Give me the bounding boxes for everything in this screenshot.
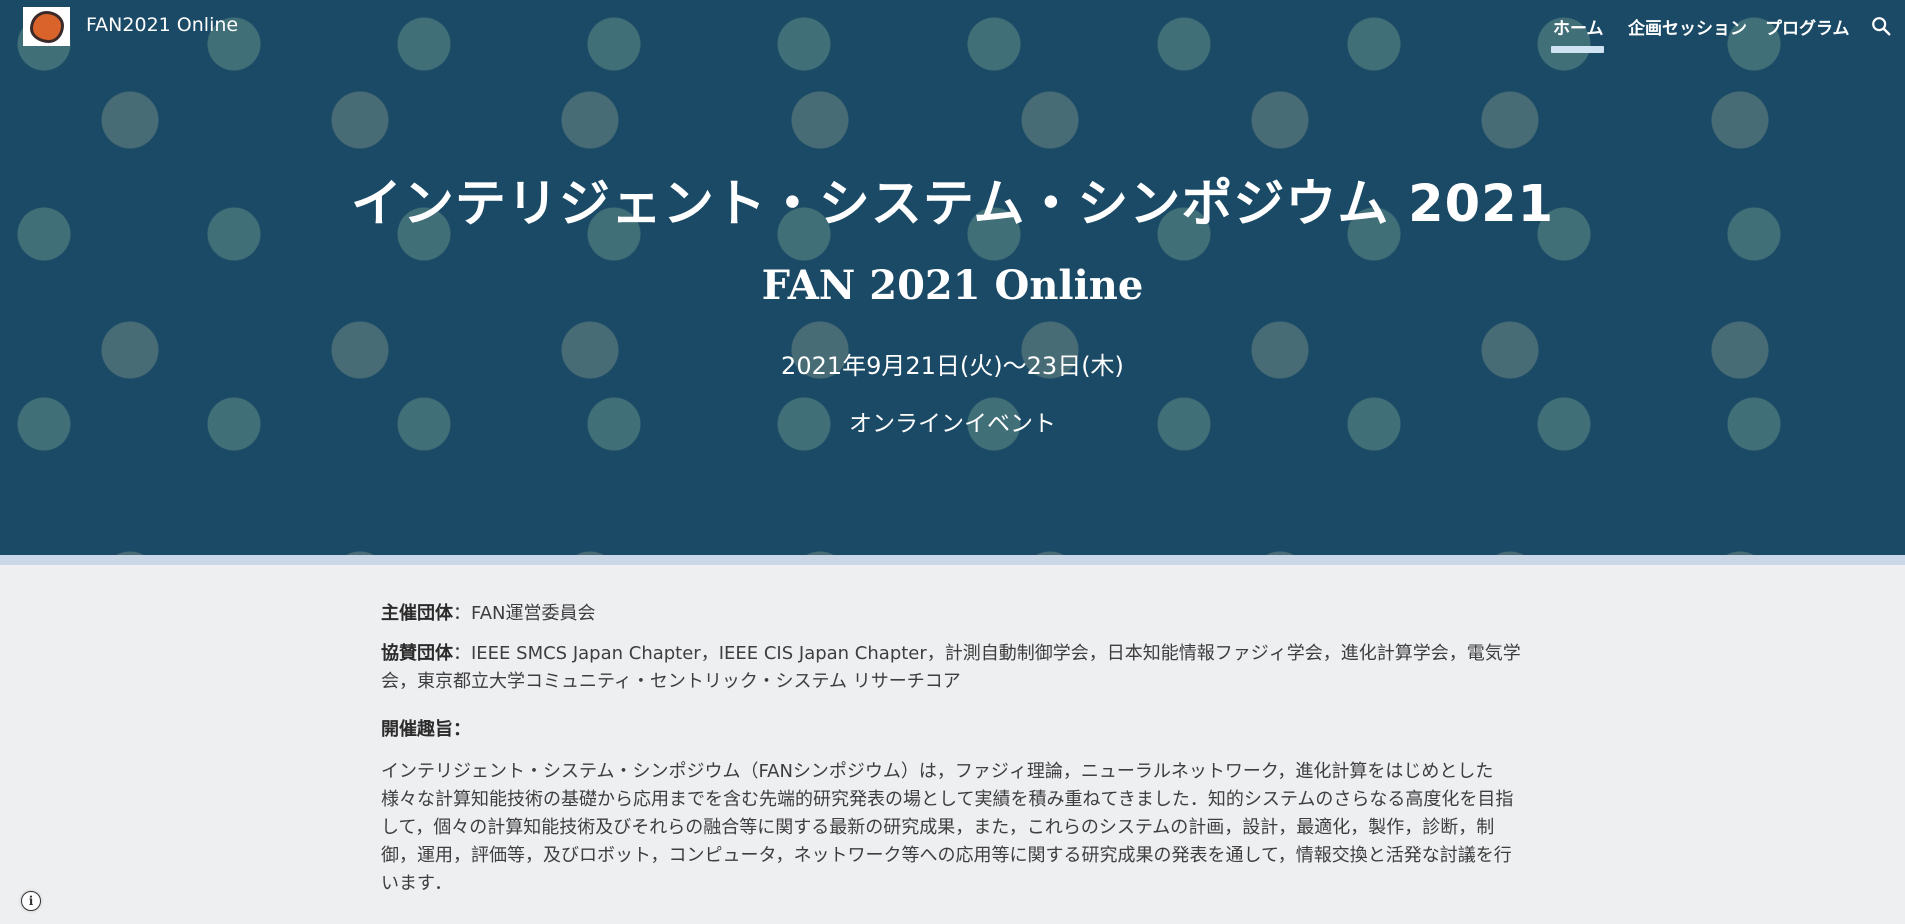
search-icon[interactable]	[1870, 15, 1892, 37]
cosponsor-value: ：IEEE SMCS Japan Chapter，IEEE CIS Japan …	[381, 643, 1521, 692]
organizer-line: 主催団体：FAN運営委員会	[381, 600, 1521, 628]
site-title[interactable]: FAN2021 Online	[86, 14, 238, 36]
top-navigation: FAN2021 Online ホーム 企画セッション プログラム	[0, 0, 1905, 53]
nav-active-indicator	[1551, 46, 1604, 53]
logo-icon	[29, 10, 64, 43]
organizer-value: ：FAN運営委員会	[453, 603, 596, 624]
info-icon[interactable]: i	[21, 891, 41, 911]
cosponsor-label: 協賛団体	[381, 643, 453, 664]
hero-venue: オンラインイベント	[849, 411, 1056, 437]
hero-subtitle: FAN 2021 Online	[761, 262, 1144, 309]
nav-session[interactable]: 企画セッション	[1628, 14, 1747, 39]
nav-home[interactable]: ホーム	[1553, 14, 1604, 39]
organizer-label: 主催団体	[381, 603, 453, 624]
site-logo[interactable]	[23, 7, 70, 46]
hero-date: 2021年9月21日(火)〜23日(木)	[781, 352, 1124, 380]
purpose-heading: 開催趣旨：	[381, 719, 471, 740]
purpose-text: インテリジェント・システム・シンポジウム（FANシンポジウム）は，ファジィ理論，…	[381, 761, 1514, 894]
hero-divider	[0, 555, 1905, 565]
hero-title: インテリジェント・システム・シンポジウム 2021	[350, 175, 1555, 234]
main-content: 主催団体：FAN運営委員会 協賛団体：IEEE SMCS Japan Chapt…	[381, 600, 1521, 910]
cosponsor-line: 協賛団体：IEEE SMCS Japan Chapter，IEEE CIS Ja…	[381, 640, 1521, 696]
nav-program[interactable]: プログラム	[1765, 14, 1850, 39]
